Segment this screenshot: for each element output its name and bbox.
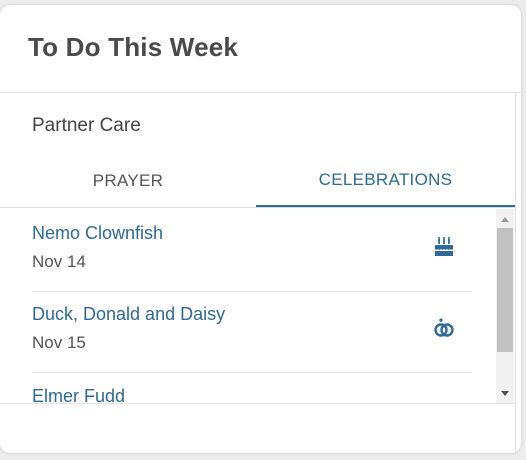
scroll-up-arrow-icon[interactable] xyxy=(496,211,514,227)
scrollbar-thumb[interactable] xyxy=(497,228,513,352)
list-item: Nemo Clownfish Nov 14 xyxy=(32,209,472,292)
item-date: Nov 14 xyxy=(32,252,86,271)
scroll-down-arrow-icon[interactable] xyxy=(496,385,514,401)
item-name-link[interactable]: Duck, Donald and Daisy xyxy=(32,304,225,325)
wedding-rings-icon xyxy=(432,316,456,340)
tab-celebrations[interactable]: CELEBRATIONS xyxy=(256,155,515,207)
more-icon xyxy=(432,396,456,403)
list-scrollbar[interactable] xyxy=(496,209,514,403)
list-item: Elmer Fudd xyxy=(32,372,472,403)
card-title: To Do This Week xyxy=(28,32,239,62)
item-date: Nov 15 xyxy=(32,333,86,352)
card-header: To Do This Week xyxy=(0,5,521,93)
footer-divider xyxy=(0,403,515,404)
item-name-link[interactable]: Nemo Clownfish xyxy=(32,223,163,244)
to-do-card: To Do This Week Partner Care PRAYER CELE… xyxy=(0,5,521,453)
divider xyxy=(515,93,516,453)
birthday-cake-icon xyxy=(432,235,456,259)
tab-bar: PRAYER CELEBRATIONS xyxy=(0,155,515,208)
list-item: Duck, Donald and Daisy Nov 15 xyxy=(32,290,472,373)
item-name-link[interactable]: Elmer Fudd xyxy=(32,386,125,403)
tab-prayer[interactable]: PRAYER xyxy=(0,155,256,207)
section-title: Partner Care xyxy=(32,115,141,136)
celebrations-list: Nemo Clownfish Nov 14 Duck, Donald and D… xyxy=(0,209,515,403)
